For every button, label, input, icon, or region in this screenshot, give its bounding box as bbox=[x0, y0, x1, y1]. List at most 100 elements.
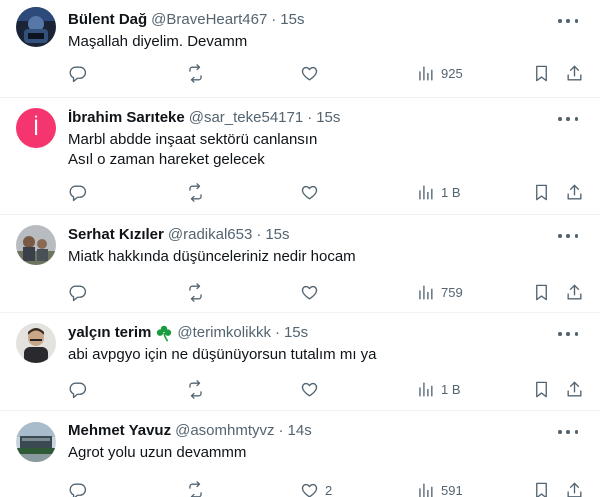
more-options-icon[interactable] bbox=[558, 229, 578, 243]
tweet[interactable]: İ İbrahim Sarıteke @sar_teke54171 · 15s … bbox=[0, 98, 600, 215]
share-button[interactable] bbox=[565, 480, 584, 497]
retweet-icon bbox=[189, 282, 202, 302]
reply-icon bbox=[69, 284, 87, 301]
separator-dot: · bbox=[274, 324, 280, 341]
tweet[interactable]: Bülent Dağ @BraveHeart467 · 15s Maşallah… bbox=[0, 0, 600, 98]
author-name[interactable]: İbrahim Sarıteke bbox=[68, 108, 185, 128]
timestamp[interactable]: 15s bbox=[280, 10, 304, 30]
tweet-header: Mehmet Yavuz @asomhmtyvz · 14s bbox=[68, 421, 312, 441]
retweet-icon bbox=[189, 480, 202, 497]
retweet-icon bbox=[189, 379, 202, 399]
timestamp[interactable]: 15s bbox=[316, 108, 340, 128]
reply-button[interactable] bbox=[68, 480, 87, 497]
reply-button[interactable] bbox=[68, 63, 87, 83]
timestamp[interactable]: 14s bbox=[288, 421, 312, 441]
views-button[interactable]: 759 bbox=[416, 282, 463, 302]
more-options-icon[interactable] bbox=[558, 14, 578, 28]
heart-icon bbox=[301, 382, 318, 397]
reply-icon bbox=[69, 65, 87, 82]
views-count: 759 bbox=[441, 284, 463, 300]
tweet-text: Marbl abdde inşaat sektörü canlansın Ası… bbox=[68, 131, 318, 168]
tweet[interactable]: Mehmet Yavuz @asomhmtyvz · 14s Agrot yol… bbox=[0, 411, 600, 497]
retweet-button[interactable] bbox=[186, 480, 205, 497]
separator-dot: · bbox=[271, 11, 277, 28]
tweet-text: Miatk hakkında düşünceleriniz nedir hoca… bbox=[68, 248, 356, 265]
author-name[interactable]: Bülent Dağ bbox=[68, 10, 147, 30]
shamrock-icon bbox=[155, 324, 173, 342]
reply-feed: Bülent Dağ @BraveHeart467 · 15s Maşallah… bbox=[0, 0, 609, 497]
timestamp[interactable]: 15s bbox=[265, 225, 289, 245]
tweet[interactable]: Serhat Kızıler @radikal653 · 15s Miatk h… bbox=[0, 215, 600, 313]
share-button[interactable] bbox=[565, 282, 584, 302]
views-chart-icon bbox=[419, 381, 433, 397]
separator-dot: · bbox=[278, 422, 284, 439]
views-count: 591 bbox=[441, 482, 463, 497]
like-button[interactable] bbox=[300, 282, 319, 302]
author-handle[interactable]: @BraveHeart467 bbox=[151, 10, 267, 30]
author-handle[interactable]: @asomhmtyvz bbox=[175, 421, 274, 441]
views-chart-icon bbox=[419, 65, 433, 81]
share-button[interactable] bbox=[565, 182, 584, 202]
retweet-button[interactable] bbox=[186, 282, 205, 302]
bookmark-icon bbox=[536, 381, 547, 397]
action-bar: 759 bbox=[0, 282, 600, 302]
tweet[interactable]: yalçın terim @terimkolikkk · 15s abi avp… bbox=[0, 313, 600, 411]
author-handle[interactable]: @radikal653 bbox=[168, 225, 252, 245]
views-button[interactable]: 925 bbox=[416, 63, 463, 83]
bookmark-button[interactable] bbox=[532, 63, 551, 83]
tweet-text: Maşallah diyelim. Devamm bbox=[68, 33, 248, 50]
action-bar: 1 B bbox=[0, 182, 600, 202]
reply-icon bbox=[69, 381, 87, 398]
reply-icon bbox=[69, 482, 87, 497]
views-count: 1 B bbox=[441, 184, 461, 200]
retweet-button[interactable] bbox=[186, 63, 205, 83]
views-chart-icon bbox=[419, 284, 433, 300]
tweet-text: abi avpgyo için ne düşünüyorsun tutalım … bbox=[68, 346, 377, 363]
avatar[interactable] bbox=[16, 7, 56, 47]
author-name[interactable]: yalçın terim bbox=[68, 323, 151, 343]
bookmark-icon bbox=[536, 184, 547, 200]
reply-button[interactable] bbox=[68, 282, 87, 302]
share-icon bbox=[567, 284, 582, 300]
action-bar: 925 bbox=[0, 63, 600, 83]
reply-button[interactable] bbox=[68, 182, 87, 202]
retweet-button[interactable] bbox=[186, 182, 205, 202]
author-handle[interactable]: @sar_teke54171 bbox=[189, 108, 303, 128]
views-button[interactable]: 1 B bbox=[416, 182, 461, 202]
heart-icon bbox=[301, 483, 318, 497]
author-name[interactable]: Serhat Kızıler bbox=[68, 225, 164, 245]
like-button[interactable] bbox=[300, 63, 319, 83]
reply-button[interactable] bbox=[68, 379, 87, 399]
more-options-icon[interactable] bbox=[558, 327, 578, 341]
avatar[interactable] bbox=[16, 225, 56, 265]
share-button[interactable] bbox=[565, 379, 584, 399]
like-button[interactable]: 2 bbox=[300, 480, 332, 497]
author-name[interactable]: Mehmet Yavuz bbox=[68, 421, 171, 441]
more-options-icon[interactable] bbox=[558, 425, 578, 439]
views-button[interactable]: 1 B bbox=[416, 379, 461, 399]
views-chart-icon bbox=[419, 184, 433, 200]
share-icon bbox=[567, 482, 582, 497]
like-button[interactable] bbox=[300, 379, 319, 399]
share-icon bbox=[567, 184, 582, 200]
retweet-button[interactable] bbox=[186, 379, 205, 399]
views-count: 1 B bbox=[441, 381, 461, 397]
avatar[interactable] bbox=[16, 323, 56, 363]
bookmark-button[interactable] bbox=[532, 379, 551, 399]
bookmark-button[interactable] bbox=[532, 480, 551, 497]
timestamp[interactable]: 15s bbox=[284, 323, 308, 343]
author-handle[interactable]: @terimkolikkk bbox=[177, 323, 271, 343]
avatar[interactable] bbox=[16, 422, 56, 462]
action-bar: 2 591 bbox=[0, 480, 600, 497]
bookmark-button[interactable] bbox=[532, 182, 551, 202]
more-options-icon[interactable] bbox=[558, 112, 578, 126]
tweet-header: Bülent Dağ @BraveHeart467 · 15s bbox=[68, 10, 304, 30]
avatar[interactable]: İ bbox=[16, 108, 56, 148]
tweet-header: Serhat Kızıler @radikal653 · 15s bbox=[68, 225, 290, 245]
like-button[interactable] bbox=[300, 182, 319, 202]
action-bar: 1 B bbox=[0, 379, 600, 399]
retweet-icon bbox=[189, 182, 202, 202]
bookmark-button[interactable] bbox=[532, 282, 551, 302]
views-button[interactable]: 591 bbox=[416, 480, 463, 497]
share-button[interactable] bbox=[565, 63, 584, 83]
